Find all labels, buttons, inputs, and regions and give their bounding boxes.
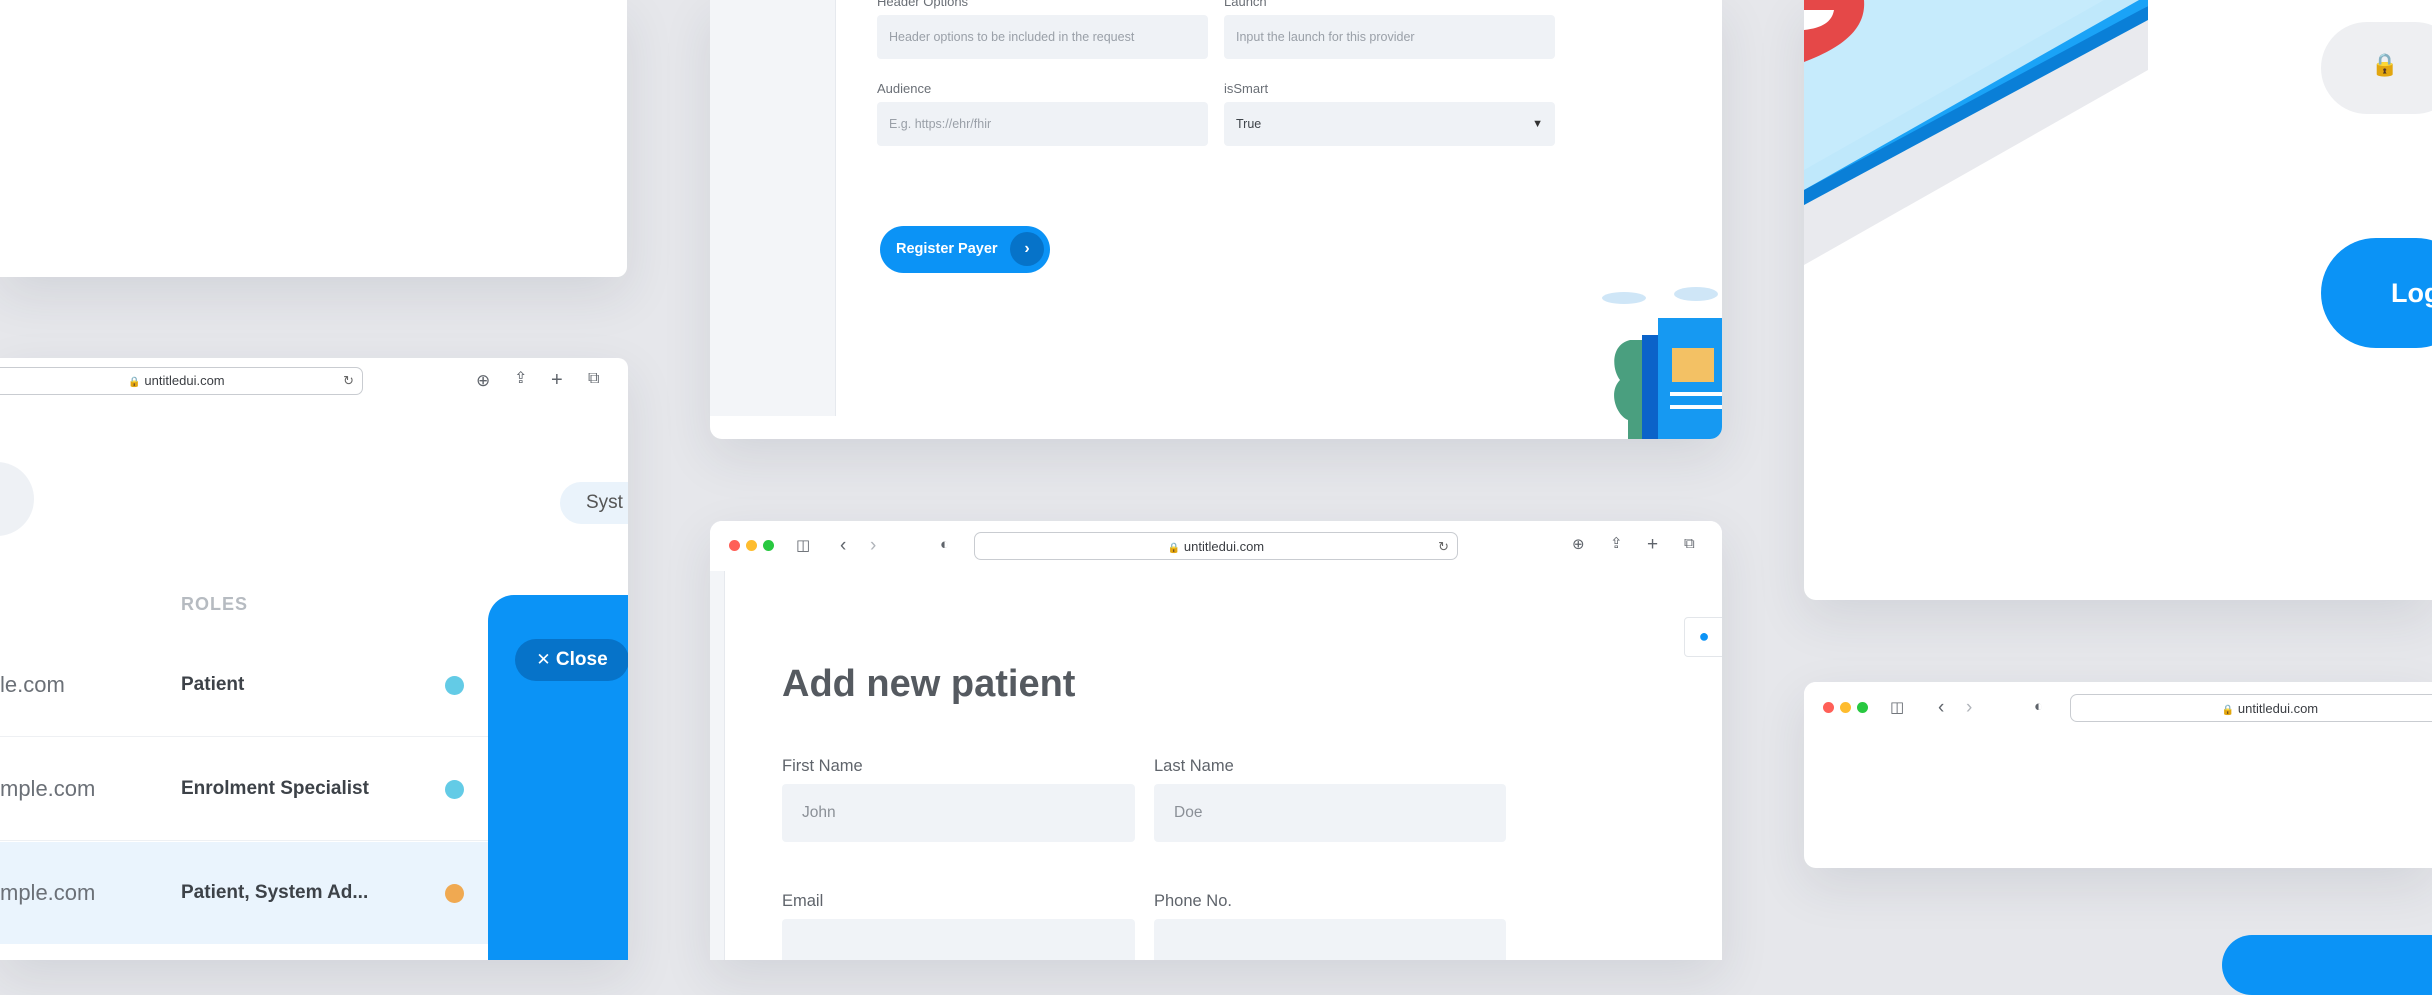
blank-card-top-left: [0, 0, 627, 277]
share-icon[interactable]: ⇪: [1610, 536, 1623, 551]
launch-label: Launch: [1224, 0, 1267, 9]
address-bar[interactable]: 🔒 untitledui.com ↻: [0, 367, 363, 395]
status-dot: [445, 676, 464, 695]
blue-button-fragment[interactable]: [2222, 935, 2432, 995]
system-filter-chip[interactable]: Syst: [560, 482, 628, 524]
user-email: mple.com: [0, 880, 96, 905]
close-button-label: Close: [555, 649, 608, 670]
lock-icon: 🔒: [2371, 52, 2399, 77]
sidebar-toggle-icon[interactable]: ◫: [796, 538, 810, 553]
profile-button[interactable]: ●: [1684, 617, 1722, 657]
last-name-label: Last Name: [1154, 757, 1234, 775]
zoom-window-dot[interactable]: [763, 540, 774, 551]
status-dot: [445, 780, 464, 799]
close-button[interactable]: ✕ Close: [515, 639, 628, 681]
users-window: 🔒 untitledui.com ↻ ⊕ ⇪ + ⧉ Syst ROLES le…: [0, 358, 628, 960]
register-payer-label: Register Payer: [896, 241, 998, 257]
login-window: 🔒 Log: [1804, 0, 2432, 600]
register-payer-window: Header Options Header options to be incl…: [710, 0, 1722, 439]
close-icon: ✕: [536, 650, 551, 669]
address-bar[interactable]: 🔒 untitledui.com: [2070, 694, 2432, 722]
add-patient-window: ◫ ‹ › ◐ 🔒 untitledui.com ↻ ⊕ ⇪ + ⧉ ● Add…: [710, 521, 1722, 960]
system-chip-label: Syst: [586, 492, 623, 513]
lock-icon: 🔒: [2221, 705, 2235, 716]
issmart-label: isSmart: [1224, 81, 1269, 96]
user-icon: ●: [1698, 626, 1710, 646]
phone-input[interactable]: [1154, 919, 1506, 960]
documents-illustration: [1590, 280, 1722, 439]
new-tab-icon[interactable]: +: [551, 370, 563, 390]
user-role: Patient: [181, 674, 245, 695]
chevron-down-icon: ▼: [1532, 118, 1543, 130]
page-title: Add new patient: [782, 663, 1076, 705]
forward-icon[interactable]: ›: [1966, 698, 1972, 717]
new-tab-icon[interactable]: +: [1647, 535, 1658, 554]
last-name-input[interactable]: Doe: [1154, 784, 1506, 842]
left-sidebar: [710, 0, 836, 416]
close-window-dot[interactable]: [1823, 702, 1834, 713]
forward-icon[interactable]: ›: [870, 536, 876, 555]
first-name-label: First Name: [782, 757, 863, 775]
lock-icon: 🔒: [1167, 543, 1181, 554]
privacy-shield-icon[interactable]: ◐: [2034, 699, 2043, 714]
audience-label: Audience: [877, 81, 932, 96]
lock-icon: 🔒: [128, 377, 141, 388]
side-drawer: ✕ Close: [488, 595, 628, 960]
email-input[interactable]: [782, 919, 1135, 960]
privacy-shield-icon[interactable]: ◐: [940, 537, 949, 552]
share-icon[interactable]: ⇪: [514, 371, 527, 387]
sidebar-toggle-icon[interactable]: ◫: [1890, 700, 1904, 715]
user-role: Patient, System Ad...: [181, 882, 369, 903]
email-label: Email: [782, 892, 824, 910]
login-button-label: Log: [2391, 278, 2432, 308]
roles-column-header: ROLES: [181, 594, 249, 614]
first-name-input[interactable]: John: [782, 784, 1135, 842]
download-icon[interactable]: ⊕: [476, 372, 490, 389]
issmart-value: True: [1236, 117, 1262, 131]
user-email: mple.com: [0, 776, 96, 801]
minimize-window-dot[interactable]: [746, 540, 757, 551]
register-payer-button[interactable]: Register Payer ›: [880, 226, 1050, 273]
issmart-select[interactable]: True ▼: [1224, 102, 1555, 146]
isometric-illustration: [1804, 0, 2148, 270]
login-button[interactable]: Log: [2321, 238, 2432, 348]
url-text: untitledui.com: [1183, 539, 1265, 554]
tabs-overview-icon[interactable]: ⧉: [588, 371, 599, 387]
user-role: Enrolment Specialist: [181, 778, 369, 799]
download-icon[interactable]: ⊕: [1572, 537, 1585, 552]
left-sidebar: [710, 571, 725, 960]
audience-input[interactable]: E.g. https://ehr/fhir: [877, 102, 1208, 146]
close-window-dot[interactable]: [729, 540, 740, 551]
minimize-window-dot[interactable]: [1840, 702, 1851, 713]
arrow-right-icon: ›: [1010, 232, 1044, 266]
reload-icon[interactable]: ↻: [1438, 533, 1449, 560]
back-icon[interactable]: ‹: [840, 536, 846, 555]
url-text: untitledui.com: [144, 373, 225, 388]
header-options-label: Header Options: [877, 0, 969, 9]
browser-toolbar: ◫ ‹ › ◐ 🔒 untitledui.com ↻ ⊕ ⇪ + ⧉: [710, 521, 1722, 571]
launch-input[interactable]: Input the launch for this provider: [1224, 15, 1555, 59]
status-dot: [445, 884, 464, 903]
phone-label: Phone No.: [1154, 892, 1232, 910]
search-pill[interactable]: [0, 462, 34, 536]
browser-toolbar: ◫ ‹ › ◐ 🔒 untitledui.com: [1804, 682, 2432, 732]
back-icon[interactable]: ‹: [1938, 698, 1944, 717]
tabs-overview-icon[interactable]: ⧉: [1684, 536, 1695, 551]
zoom-window-dot[interactable]: [1857, 702, 1868, 713]
header-options-input[interactable]: Header options to be included in the req…: [877, 15, 1208, 59]
reload-icon[interactable]: ↻: [343, 368, 354, 394]
user-email: le.com: [0, 672, 65, 697]
url-text: untitledui.com: [2237, 701, 2319, 716]
small-browser-window: ◫ ‹ › ◐ 🔒 untitledui.com: [1804, 682, 2432, 868]
password-field[interactable]: 🔒: [2321, 22, 2432, 114]
address-bar[interactable]: 🔒 untitledui.com ↻: [974, 532, 1458, 560]
